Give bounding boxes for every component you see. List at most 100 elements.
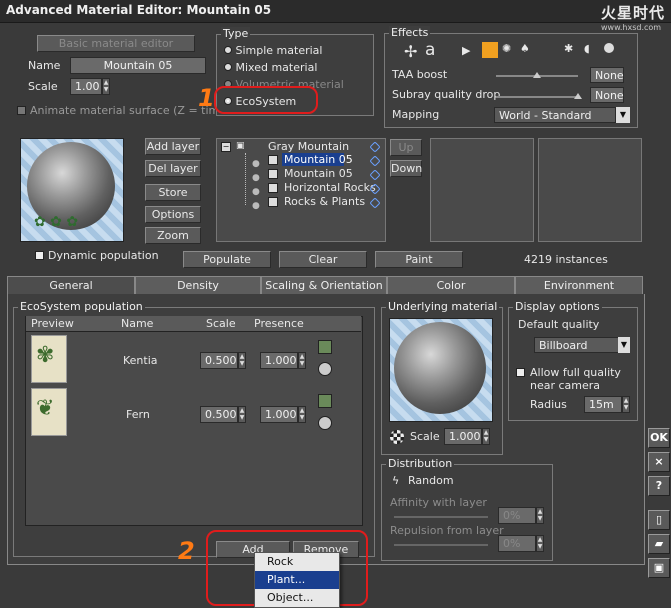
chevron-down-icon[interactable]: ▼ (616, 107, 630, 123)
plant-preview-icon: ✿ ✿ ✿ (34, 214, 79, 230)
folder-icon: ▣ (236, 141, 245, 151)
scale-spinner[interactable]: ▲ ▼ (102, 78, 110, 95)
move-icon[interactable]: ✢ (404, 42, 417, 61)
layer-icon (268, 169, 278, 179)
fern-scale-field[interactable]: 0.500 (200, 406, 238, 423)
star-layer-icon (268, 197, 278, 207)
kentia-scale-spinner[interactable]: ▲ ▼ (238, 352, 246, 369)
refresh-icon[interactable] (318, 362, 332, 376)
subray-label: Subray quality drop (392, 88, 501, 101)
save-disk-icon[interactable]: ▣ (648, 558, 670, 578)
annotation-number-1: 1 (198, 84, 215, 112)
tree-item-mountain-05-selected[interactable]: Mountain 05 (284, 153, 353, 166)
tab-general[interactable]: General (7, 276, 135, 294)
layer-icon (268, 183, 278, 193)
texture-icon[interactable] (390, 430, 404, 444)
ball-effect-icon[interactable] (604, 43, 614, 53)
underlying-scale-field[interactable]: 1.000 (444, 428, 482, 445)
refresh-icon[interactable] (318, 416, 332, 430)
arrow-effect-icon[interactable]: ▶ (462, 44, 470, 57)
open-folder-icon[interactable]: ▰ (648, 534, 670, 554)
taa-label: TAA boost (392, 68, 448, 81)
sphere-effect-icon[interactable]: ◖ (584, 42, 590, 55)
tab-scaling-orientation[interactable]: Scaling & Orientation (261, 276, 387, 294)
repulsion-slider[interactable] (394, 544, 488, 546)
tree-item-horizontal-rocks[interactable]: Horizontal Rocks (284, 181, 376, 194)
taa-value[interactable]: None (590, 67, 624, 83)
basic-material-editor-button[interactable]: Basic material editor (37, 35, 195, 52)
clear-button[interactable]: Clear (279, 251, 367, 268)
fern-presence-spinner[interactable]: ▲ ▼ (298, 406, 306, 423)
tree-item-gray-mountain[interactable]: Gray Mountain (268, 140, 349, 153)
palm-icon: ✾ (36, 343, 55, 368)
paint-button[interactable]: Paint (375, 251, 463, 268)
repulsion-spinner[interactable]: ▲ ▼ (536, 535, 544, 552)
grid-effect-icon[interactable] (482, 42, 498, 58)
repulsion-field[interactable]: 0% (498, 535, 536, 552)
down-button[interactable]: Down (390, 160, 422, 177)
store-button[interactable]: Store (145, 184, 201, 201)
menu-item-object[interactable]: Object... (255, 589, 339, 607)
populate-button[interactable]: Populate (183, 251, 271, 268)
kentia-presence-field[interactable]: 1.000 (260, 352, 298, 369)
allow-full-quality-checkbox[interactable] (516, 368, 525, 377)
radio-icon (224, 63, 232, 71)
mapping-select[interactable]: World - Standard (494, 107, 616, 123)
tab-color[interactable]: Color (387, 276, 515, 294)
subray-value[interactable]: None (590, 87, 624, 103)
underlying-scale-label: Scale (410, 430, 440, 443)
row-name: Kentia (123, 354, 158, 367)
close-icon[interactable]: × (648, 452, 670, 472)
light-effect-icon[interactable]: ✺ (502, 42, 511, 55)
kentia-presence-spinner[interactable]: ▲ ▼ (298, 352, 306, 369)
animate-checkbox[interactable] (17, 106, 26, 115)
logo-url: www.hxsd.com (600, 23, 662, 32)
del-layer-button[interactable]: Del layer (145, 160, 201, 177)
subray-slider[interactable] (496, 96, 578, 98)
quality-select[interactable]: Billboard (534, 337, 620, 353)
underlying-scale-spinner[interactable]: ▲ ▼ (482, 428, 490, 445)
help-icon[interactable]: ? (648, 476, 670, 496)
radius-spinner[interactable]: ▲ ▼ (622, 396, 630, 413)
fern-icon: ❦ (36, 396, 55, 421)
type-option-simple[interactable]: Simple material (224, 44, 322, 57)
list-header (26, 316, 361, 332)
type-option-mixed[interactable]: Mixed material (224, 61, 317, 74)
tree-item-rocks-plants[interactable]: Rocks & Plants (284, 195, 365, 208)
tab-environment[interactable]: Environment (515, 276, 643, 294)
affinity-field[interactable]: 0% (498, 507, 536, 524)
menu-item-rock[interactable]: Rock (255, 553, 339, 571)
fern-scale-spinner[interactable]: ▲ ▼ (238, 406, 246, 423)
affinity-spinner[interactable]: ▲ ▼ (536, 507, 544, 524)
logo-text: 火星时代 (600, 4, 665, 22)
name-field[interactable]: Mountain 05 (70, 57, 206, 74)
person-effect-icon[interactable]: ✱ (564, 42, 573, 55)
column-presence: Presence (254, 317, 304, 330)
zoom-button[interactable]: Zoom (145, 227, 201, 244)
options-button[interactable]: Options (145, 206, 201, 223)
menu-item-plant[interactable]: Plant... (255, 571, 339, 589)
taa-slider-thumb[interactable] (533, 72, 541, 78)
new-file-icon[interactable]: ▯ (648, 510, 670, 530)
add-layer-button[interactable]: Add layer (145, 138, 201, 155)
up-button[interactable]: Up (390, 139, 422, 156)
radius-label: Radius (530, 398, 567, 411)
collapse-icon[interactable]: − (221, 142, 231, 152)
tab-density[interactable]: Density (135, 276, 261, 294)
tree-connector (245, 153, 246, 205)
fern-presence-field[interactable]: 1.000 (260, 406, 298, 423)
kentia-scale-field[interactable]: 0.500 (200, 352, 238, 369)
scale-field[interactable]: 1.00 (70, 78, 102, 95)
chevron-down-icon[interactable]: ▼ (618, 337, 630, 353)
edit-plant-icon[interactable] (318, 394, 332, 408)
edit-plant-icon[interactable] (318, 340, 332, 354)
dynamic-population-checkbox[interactable] (35, 251, 44, 260)
affinity-slider[interactable] (394, 516, 488, 518)
ok-button[interactable]: OK (648, 428, 670, 448)
subray-slider-thumb[interactable] (574, 93, 582, 99)
ecosystem-list[interactable] (25, 316, 363, 526)
tree-item-mountain-05[interactable]: Mountain 05 (284, 167, 353, 180)
text-a-icon[interactable]: a (425, 40, 435, 60)
radius-field[interactable]: 15m (584, 396, 622, 413)
figure-effect-icon[interactable]: ♠ (520, 42, 530, 55)
